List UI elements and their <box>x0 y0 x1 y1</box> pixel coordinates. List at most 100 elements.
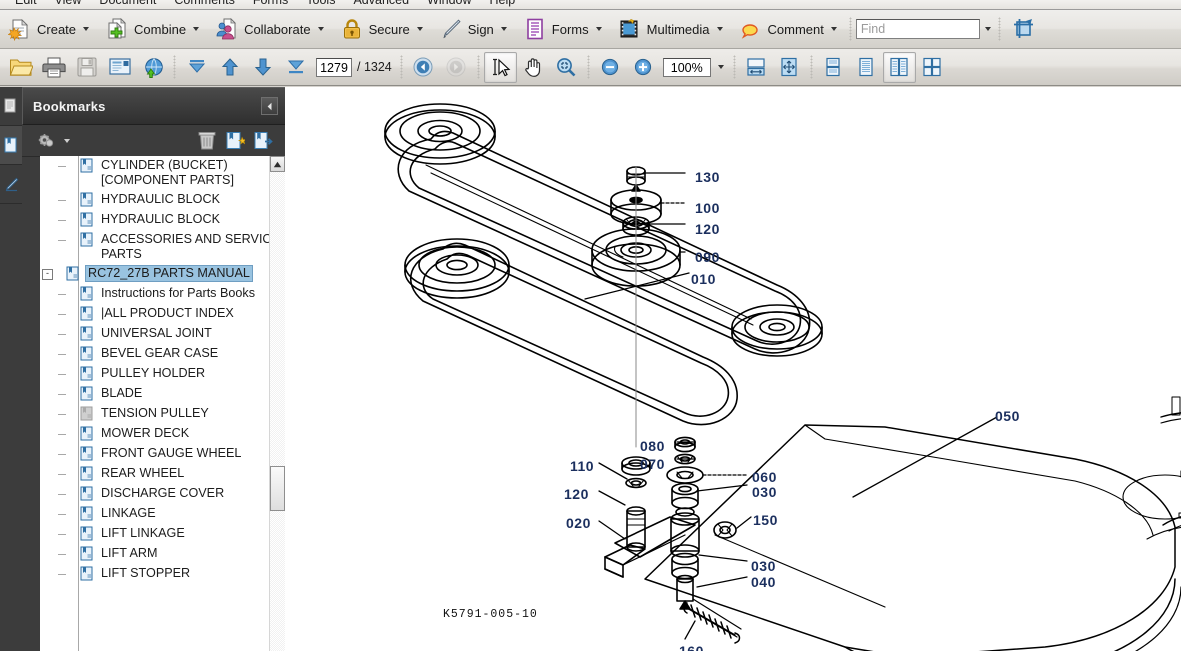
part-number-callout: 150 <box>753 512 778 528</box>
chevron-down-icon[interactable] <box>83 27 90 31</box>
bookmark-item[interactable]: ACCESSORIES AND SERVICE PARTS <box>40 230 285 264</box>
save-button[interactable] <box>70 52 103 83</box>
menu-item-advanced[interactable]: Advanced <box>344 0 418 9</box>
zoom-level-input[interactable]: 100% <box>662 57 711 77</box>
sidebar-item-pages[interactable] <box>0 87 22 126</box>
bookmark-item[interactable]: REAR WHEEL <box>40 464 285 484</box>
collaborate-button[interactable]: Collaborate <box>207 13 332 45</box>
bookmark-item[interactable]: HYDRAULIC BLOCK <box>40 210 285 230</box>
bookmark-item[interactable]: LIFT LINKAGE <box>40 524 285 544</box>
bookmark-item[interactable]: DISCHARGE COVER <box>40 484 285 504</box>
menu-item-comments[interactable]: Comments <box>165 0 243 9</box>
bookmark-item[interactable]: TENSION PULLEY <box>40 404 285 424</box>
next-page-button[interactable] <box>246 52 279 83</box>
open-button[interactable] <box>4 52 37 83</box>
bookmark-page-icon <box>80 506 95 524</box>
menu-item-edit[interactable]: Edit <box>6 0 46 9</box>
sign-button[interactable]: Sign <box>431 13 515 45</box>
bookmark-item[interactable]: BLADE <box>40 384 285 404</box>
goto-bookmark-button[interactable] <box>249 128 277 154</box>
bookmark-item[interactable]: PULLEY HOLDER <box>40 364 285 384</box>
bookmark-item[interactable]: FRONT GAUGE WHEEL <box>40 444 285 464</box>
chevron-down-icon[interactable] <box>830 27 837 31</box>
chevron-down-icon[interactable] <box>595 27 602 31</box>
select-tool-button[interactable] <box>483 51 517 83</box>
menu-item-forms[interactable]: Forms <box>244 0 297 9</box>
marquee-zoom-button[interactable] <box>550 52 583 83</box>
nav-gripper-4[interactable] <box>586 55 590 79</box>
chevron-down-icon[interactable] <box>317 27 324 31</box>
previous-page-button[interactable] <box>213 52 246 83</box>
first-page-button[interactable] <box>180 52 213 83</box>
nav-gripper-3[interactable] <box>476 55 480 79</box>
sidebar-item-bookmarks[interactable] <box>0 126 22 165</box>
toolbar-gripper[interactable] <box>848 17 852 41</box>
multimedia-button[interactable]: Multimedia <box>610 13 731 45</box>
bookmark-item[interactable]: CYLINDER (BUCKET)[COMPONENT PARTS] <box>40 156 285 190</box>
fit-width-button[interactable] <box>740 52 773 83</box>
sidebar-item-signatures[interactable] <box>0 165 22 204</box>
comment-button[interactable]: Comment <box>731 13 845 45</box>
collapse-panel-button[interactable] <box>261 97 278 115</box>
bookmark-item[interactable]: LINKAGE <box>40 504 285 524</box>
nav-gripper-2[interactable] <box>399 55 403 79</box>
menu-item-help[interactable]: Help <box>481 0 525 9</box>
bookmarks-scrollbar[interactable] <box>269 156 285 651</box>
bookmark-item[interactable]: - RC72_27B PARTS MANUAL <box>40 264 285 284</box>
delete-bookmark-button[interactable] <box>193 128 221 154</box>
new-bookmark-button[interactable] <box>221 128 249 154</box>
nav-gripper-6[interactable] <box>809 55 813 79</box>
page-number-input[interactable]: 1279 <box>316 57 352 77</box>
find-input[interactable]: Find <box>855 19 980 39</box>
single-page-view-button[interactable] <box>817 52 850 83</box>
two-up-continuous-button[interactable] <box>916 52 949 83</box>
secure-button[interactable]: Secure <box>332 13 431 45</box>
navigate-forward-button[interactable] <box>440 52 473 83</box>
bookmark-options-button[interactable] <box>32 128 60 154</box>
chevron-down-icon[interactable] <box>500 27 507 31</box>
bookmark-tree[interactable]: CYLINDER (BUCKET)[COMPONENT PARTS] HYDRAU… <box>40 156 285 651</box>
bookmark-item[interactable]: Instructions for Parts Books <box>40 284 285 304</box>
navigate-back-button[interactable] <box>407 52 440 83</box>
continuous-scroll-button[interactable] <box>850 52 883 83</box>
bookmark-item[interactable]: HYDRAULIC BLOCK <box>40 190 285 210</box>
scrollbar-thumb[interactable] <box>270 466 285 511</box>
bookmark-item[interactable]: BEVEL GEAR CASE <box>40 344 285 364</box>
nav-gripper-5[interactable] <box>732 55 736 79</box>
bookmark-item[interactable]: |ALL PRODUCT INDEX <box>40 304 285 324</box>
pdf-page-view[interactable]: K5791-005-10 130 100 120 090 010 050 080 070 110… <box>285 87 1181 651</box>
combine-button[interactable]: Combine <box>97 13 207 45</box>
tree-connector <box>58 166 66 167</box>
chevron-down-icon[interactable] <box>716 27 723 31</box>
menu-item-document[interactable]: Document <box>90 0 165 9</box>
menu-item-window[interactable]: Window <box>418 0 480 9</box>
create-button[interactable]: Create <box>0 13 97 45</box>
forms-button[interactable]: Forms <box>515 13 610 45</box>
bookmark-item[interactable]: LIFT ARM <box>40 544 285 564</box>
find-dropdown-button[interactable] <box>980 19 994 39</box>
toolbar-gripper-2[interactable] <box>997 17 1001 41</box>
last-page-button[interactable] <box>279 52 312 83</box>
crop-tool-button[interactable] <box>1005 13 1043 45</box>
chevron-down-icon[interactable] <box>416 27 423 31</box>
print-button[interactable] <box>37 52 70 83</box>
chevron-down-icon[interactable] <box>193 27 200 31</box>
bookmark-options-caret[interactable] <box>60 128 72 154</box>
attach-to-web-button[interactable] <box>136 52 169 83</box>
fit-page-button[interactable] <box>773 52 806 83</box>
single-page-view-icon <box>826 57 840 77</box>
scroll-up-button[interactable] <box>270 156 285 172</box>
bookmark-item[interactable]: UNIVERSAL JOINT <box>40 324 285 344</box>
expand-collapse-toggle[interactable]: - <box>42 269 53 280</box>
two-up-view-button[interactable] <box>882 51 916 83</box>
email-button[interactable] <box>103 52 136 83</box>
zoom-out-button[interactable] <box>594 52 627 83</box>
bookmark-item[interactable]: LIFT STOPPER <box>40 564 285 584</box>
zoom-in-button[interactable] <box>627 52 660 83</box>
hand-tool-button[interactable] <box>517 52 550 83</box>
menu-item-tools[interactable]: Tools <box>297 0 344 9</box>
menu-item-view[interactable]: View <box>46 0 91 9</box>
nav-gripper[interactable] <box>173 55 176 79</box>
zoom-dropdown-button[interactable] <box>711 52 729 83</box>
bookmark-item[interactable]: MOWER DECK <box>40 424 285 444</box>
